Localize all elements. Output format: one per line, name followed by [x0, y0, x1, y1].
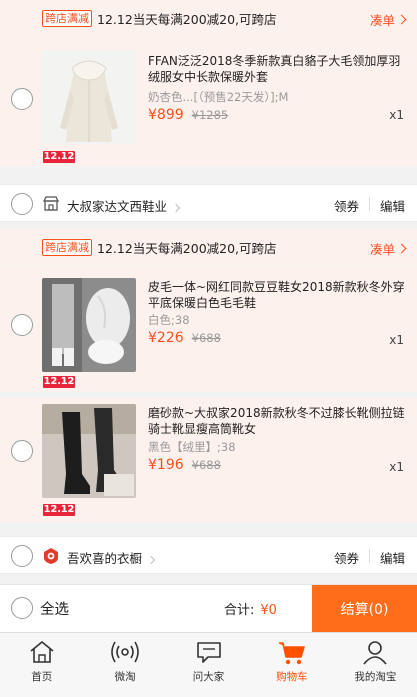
shop-name-link[interactable]: 吾欢喜的衣橱: [67, 548, 156, 567]
shop-row: 吾欢喜的衣橱 领券 编辑: [0, 536, 417, 574]
total-value: ¥0: [260, 603, 277, 618]
home-icon: [30, 641, 54, 663]
double-twelve-badge: 12.12: [43, 376, 75, 388]
item-checkbox[interactable]: [11, 314, 33, 336]
promo-text: 12.12当天每满200减20,可跨店: [97, 11, 277, 27]
checkout-button[interactable]: 结算(0): [312, 585, 417, 633]
tab-label: 购物车: [276, 671, 308, 683]
product-image[interactable]: [42, 404, 136, 498]
double-twelve-badge: 12.12: [43, 151, 75, 163]
item-checkbox[interactable]: [11, 88, 33, 110]
cart-page: 跨店满减 12.12当天每满200减20,可跨店 凑单 FFAN泛泛2018冬季…: [0, 0, 417, 697]
coupon-button[interactable]: 领券: [334, 196, 359, 215]
double-twelve-badge: 12.12: [43, 504, 75, 516]
item-checkbox[interactable]: [11, 440, 33, 462]
bottom-tab-bar: 首页 微淘 问大家 购物车 我的淘宝: [0, 632, 417, 697]
coupon-button[interactable]: 领券: [334, 548, 359, 567]
checkout-bar: 全选 合计: ¥0 结算(0): [0, 584, 417, 633]
product-spec[interactable]: 黑色【绒里】;38: [148, 439, 236, 455]
cart-item[interactable]: 皮毛一体~网红同款豆豆鞋女2018新款秋冬外穿平底保暖白色毛毛鞋 白色;38 ¥…: [0, 266, 417, 392]
total-amount: 合计: ¥0: [224, 599, 277, 618]
chat-icon: [196, 642, 221, 663]
quantity: x1: [389, 333, 404, 347]
tab-weitao[interactable]: 微淘: [83, 633, 166, 697]
profile-icon: [363, 641, 387, 665]
current-price: ¥196: [148, 457, 184, 473]
product-image[interactable]: [42, 278, 136, 372]
separator: [369, 549, 370, 563]
select-all-checkbox[interactable]: [11, 597, 33, 619]
product-spec[interactable]: 白色;38: [148, 312, 190, 328]
add-on-link[interactable]: 凑单: [369, 10, 407, 29]
chevron-right-icon: [146, 555, 156, 564]
separator: [369, 197, 370, 211]
product-price: ¥899 ¥1285: [148, 107, 228, 123]
promo-text: 12.12当天每满200减20,可跨店: [97, 240, 277, 256]
promo-bar: 跨店满减 12.12当天每满200减20,可跨店 凑单: [0, 0, 417, 36]
select-all-label[interactable]: 全选: [40, 598, 69, 619]
shop-checkbox[interactable]: [11, 545, 33, 567]
tab-label: 微淘: [114, 671, 136, 683]
divider: [0, 574, 417, 584]
promo-tag: 跨店满减: [42, 238, 92, 256]
add-on-label: 凑单: [369, 13, 395, 28]
tab-label: 首页: [31, 671, 53, 683]
product-image[interactable]: [42, 50, 136, 144]
tab-cart[interactable]: 购物车: [250, 633, 333, 697]
current-price: ¥899: [148, 107, 184, 123]
shop-name: 大叔家达文西鞋业: [67, 199, 168, 214]
product-title[interactable]: FFAN泛泛2018冬季新款真白貉子大毛领加厚羽绒服女中长款保暖外套: [148, 53, 406, 85]
divider: [0, 522, 417, 536]
quantity: x1: [389, 460, 404, 474]
current-price: ¥226: [148, 330, 184, 346]
product-spec[interactable]: 奶杏色...[（预售22天发）];M: [148, 89, 288, 105]
shop-checkbox[interactable]: [11, 193, 33, 215]
broadcast-icon: [111, 641, 139, 663]
shop-logo-icon: [44, 548, 58, 564]
quantity: x1: [389, 108, 404, 122]
add-on-link[interactable]: 凑单: [369, 239, 407, 258]
tab-ask[interactable]: 问大家: [167, 633, 250, 697]
chevron-right-icon: [396, 243, 407, 254]
original-price: ¥1285: [191, 108, 229, 122]
edit-button[interactable]: 编辑: [380, 548, 405, 567]
promo-bar: 跨店满减 12.12当天每满200减20,可跨店 凑单: [0, 229, 417, 265]
tab-label: 我的淘宝: [354, 671, 397, 683]
promo-tag: 跨店满减: [42, 9, 92, 27]
product-title[interactable]: 皮毛一体~网红同款豆豆鞋女2018新款秋冬外穿平底保暖白色毛毛鞋: [148, 279, 406, 311]
tab-my-taobao[interactable]: 我的淘宝: [334, 633, 417, 697]
chevron-right-icon: [396, 14, 407, 25]
cart-item[interactable]: 磨砂款~大叔家2018新款秋冬不过膝长靴侧拉链骑士靴显瘦高筒靴女 黑色【绒里】;…: [0, 398, 417, 522]
cart-icon: [278, 642, 305, 665]
product-price: ¥196 ¥688: [148, 457, 221, 473]
product-title[interactable]: 磨砂款~大叔家2018新款秋冬不过膝长靴侧拉链骑士靴显瘦高筒靴女: [148, 405, 406, 437]
shop-icon: [42, 196, 60, 211]
shop-name-link[interactable]: 大叔家达文西鞋业: [67, 196, 181, 215]
original-price: ¥688: [191, 458, 221, 472]
tab-home[interactable]: 首页: [0, 633, 83, 697]
edit-button[interactable]: 编辑: [380, 196, 405, 215]
divider: [0, 166, 417, 184]
add-on-label: 凑单: [369, 242, 395, 257]
tab-label: 问大家: [192, 671, 225, 683]
shop-row: 大叔家达文西鞋业 领券 编辑: [0, 184, 417, 222]
product-price: ¥226 ¥688: [148, 330, 221, 346]
shop-name: 吾欢喜的衣橱: [67, 551, 143, 566]
cart-item[interactable]: FFAN泛泛2018冬季新款真白貉子大毛领加厚羽绒服女中长款保暖外套 奶杏色..…: [0, 36, 417, 166]
original-price: ¥688: [191, 331, 221, 345]
total-label: 合计:: [224, 603, 255, 618]
chevron-right-icon: [171, 203, 181, 212]
